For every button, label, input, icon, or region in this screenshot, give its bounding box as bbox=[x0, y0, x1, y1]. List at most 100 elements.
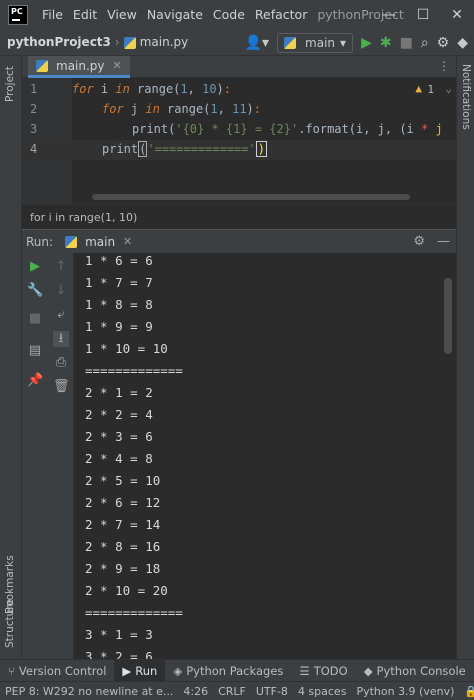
console-line: 2 * 5 = 10 bbox=[85, 473, 161, 488]
packages-icon: ◈ bbox=[173, 663, 183, 678]
notifications-tool-button[interactable]: Notifications bbox=[460, 64, 472, 130]
lock-icon[interactable]: 🔒 bbox=[459, 685, 474, 698]
tool-button-label: Version Control bbox=[18, 663, 107, 678]
python-file-icon bbox=[36, 59, 48, 72]
console-line: 2 * 10 = 20 bbox=[85, 583, 168, 598]
breadcrumb-separator-icon: › bbox=[114, 35, 120, 49]
console-line: 2 * 9 = 18 bbox=[85, 561, 161, 576]
arrow-up-icon[interactable]: ↑ bbox=[53, 259, 69, 275]
todo-tool-button[interactable]: ☰ TODO bbox=[291, 660, 355, 682]
print-icon[interactable]: ⎙ bbox=[53, 355, 69, 371]
close-button[interactable]: ✕ bbox=[440, 0, 474, 29]
hide-icon[interactable]: — bbox=[437, 234, 450, 249]
run-label: Run: bbox=[26, 234, 54, 249]
status-bar: PEP 8: W292 no newline at e... 4:26 CRLF… bbox=[0, 681, 474, 700]
breadcrumb-file-label: main.py bbox=[139, 35, 189, 49]
console-scrollbar[interactable] bbox=[444, 278, 452, 354]
todo-icon: ☰ bbox=[299, 663, 310, 678]
run-configuration-select[interactable]: main ▾ bbox=[277, 32, 354, 53]
project-tool-button[interactable]: Project bbox=[4, 66, 16, 102]
run-configuration-label: main bbox=[305, 35, 336, 50]
python-interpreter[interactable]: Python 3.9 (venv) bbox=[351, 685, 459, 698]
console-line: 3 * 1 = 3 bbox=[85, 627, 153, 642]
editor-horizontal-scrollbar[interactable] bbox=[92, 194, 410, 200]
console-line: 2 * 1 = 2 bbox=[85, 385, 153, 400]
arrow-down-icon[interactable]: ↓ bbox=[53, 283, 69, 299]
close-tab-icon[interactable]: ✕ bbox=[113, 59, 122, 72]
pin-icon[interactable]: 📌 bbox=[27, 373, 43, 389]
chevron-down-icon[interactable]: ⌄ bbox=[445, 82, 452, 95]
menu-view[interactable]: View bbox=[107, 7, 137, 22]
indent-setting[interactable]: 4 spaces bbox=[293, 685, 352, 698]
scroll-to-end-icon[interactable]: ⭳ bbox=[53, 331, 69, 347]
console-line: 2 * 3 = 6 bbox=[85, 429, 153, 444]
gear-icon[interactable]: ⚙ bbox=[413, 234, 425, 249]
console-line: 1 * 7 = 7 bbox=[85, 275, 153, 290]
run-tool-button[interactable]: ▶ Run bbox=[114, 659, 166, 682]
menu-file[interactable]: File bbox=[42, 7, 63, 22]
run-icon: ▶ bbox=[122, 663, 132, 678]
trash-icon[interactable]: 🗑 bbox=[53, 379, 70, 395]
console-line: 2 * 8 = 16 bbox=[85, 539, 161, 554]
menu-refactor[interactable]: Refactor bbox=[255, 7, 307, 22]
python-file-icon bbox=[123, 36, 136, 49]
main-menu: File Edit View Navigate Code Refactor py… bbox=[42, 7, 404, 22]
layout-icon[interactable]: ▤ bbox=[27, 343, 43, 359]
pycharm-logo: PC bbox=[8, 4, 28, 25]
tool-window-bar: ⑂ Version Control ▶ Run ◈ Python Packages ☰… bbox=[0, 659, 474, 682]
debug-icon[interactable]: ✱ bbox=[380, 35, 392, 51]
menu-code[interactable]: Code bbox=[213, 7, 245, 22]
jetbrains-icon[interactable]: ◆ bbox=[457, 35, 468, 51]
maximize-button[interactable]: ☐ bbox=[406, 0, 440, 29]
menu-edit[interactable]: Edit bbox=[73, 7, 97, 22]
stop-icon[interactable]: ■ bbox=[27, 311, 43, 327]
menu-navigate[interactable]: Navigate bbox=[147, 7, 203, 22]
console-line: 2 * 2 = 4 bbox=[85, 407, 153, 422]
run-tab-main[interactable]: main ✕ bbox=[65, 235, 132, 249]
python-console-icon: ◆ bbox=[363, 663, 373, 678]
console-line: 2 * 4 = 8 bbox=[85, 451, 153, 466]
gear-icon[interactable]: ⚙ bbox=[437, 35, 450, 51]
run-icon[interactable]: ▶ bbox=[361, 35, 372, 51]
console-line: 1 * 8 = 8 bbox=[85, 297, 153, 312]
tool-button-label: Run bbox=[135, 663, 158, 678]
stop-icon[interactable]: ■ bbox=[400, 35, 413, 51]
warning-count: 1 bbox=[427, 83, 434, 96]
code-editor[interactable]: 1 2 3 4 for i in range(1, 10): for j in … bbox=[22, 78, 456, 204]
console-line: 1 * 6 = 6 bbox=[85, 253, 153, 268]
code-breadcrumb[interactable]: for i in range(1, 10) bbox=[22, 204, 456, 228]
console-line: 3 * 2 = 6 bbox=[85, 649, 153, 659]
user-icon[interactable]: 👤▾ bbox=[245, 35, 269, 51]
status-message[interactable]: PEP 8: W292 no newline at e... bbox=[0, 685, 178, 698]
rerun-icon[interactable]: ▶ bbox=[27, 259, 43, 275]
navigation-bar: pythonProject3 › main.py 👤▾ main ▾ ▶ ✱ ■… bbox=[0, 29, 474, 56]
run-console-output[interactable]: 1 * 6 = 6 1 * 7 = 7 1 * 8 = 8 1 * 9 = 9 … bbox=[74, 253, 440, 659]
line-separator[interactable]: CRLF bbox=[213, 685, 251, 698]
editor-tab-main[interactable]: main.py ✕ bbox=[28, 56, 130, 78]
file-encoding[interactable]: UTF-8 bbox=[251, 685, 293, 698]
tool-button-label: TODO bbox=[313, 663, 348, 678]
warning-icon[interactable]: ▲ bbox=[415, 82, 422, 95]
code-line-4: print('=============') bbox=[102, 141, 267, 157]
code-line-3: print('{0} * {1} = {2}'.format(i, j, (i … bbox=[132, 122, 443, 136]
tab-menu-icon[interactable]: ⋮ bbox=[438, 59, 450, 73]
branch-icon: ⑂ bbox=[8, 663, 15, 678]
python-console-tool-button[interactable]: ◆ Python Console bbox=[356, 660, 474, 682]
wrench-icon[interactable]: 🔧 bbox=[27, 283, 43, 299]
search-icon[interactable]: ⌕ bbox=[421, 35, 429, 51]
run-toolbar-secondary: ↑ ↓ ⤶ ⭳ ⎙ 🗑 bbox=[48, 253, 74, 659]
structure-tool-button[interactable]: Structure bbox=[4, 599, 16, 648]
close-run-tab-icon[interactable]: ✕ bbox=[123, 235, 132, 248]
line-number: 4 bbox=[30, 142, 38, 156]
breadcrumb-project[interactable]: pythonProject3 bbox=[7, 35, 111, 49]
caret-position[interactable]: 4:26 bbox=[178, 685, 213, 698]
run-tab-label: main bbox=[85, 234, 116, 249]
breadcrumb-file[interactable]: main.py bbox=[123, 35, 189, 49]
version-control-tool-button[interactable]: ⑂ Version Control bbox=[0, 660, 114, 682]
soft-wrap-icon[interactable]: ⤶ bbox=[53, 307, 69, 323]
python-packages-tool-button[interactable]: ◈ Python Packages bbox=[165, 660, 291, 682]
minimize-button[interactable]: — bbox=[372, 0, 406, 29]
chevron-down-icon: ▾ bbox=[340, 35, 347, 50]
line-number: 3 bbox=[30, 122, 38, 136]
run-tool-window-header: Run: main ✕ ⚙ — bbox=[22, 229, 456, 253]
